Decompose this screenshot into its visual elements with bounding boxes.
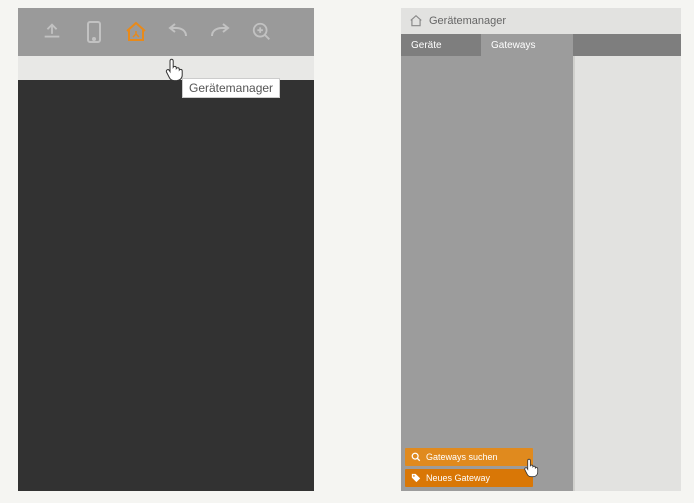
panel-header: Gerätemanager	[401, 8, 681, 34]
upload-icon[interactable]	[36, 16, 68, 48]
new-gateway-button[interactable]: Neues Gateway	[405, 469, 533, 487]
search-icon	[411, 452, 421, 462]
action-button-group: Gateways suchen Neues Gateway	[405, 448, 533, 487]
tab-row: Geräte Gateways	[401, 34, 681, 56]
device-manager-panel: Gerätemanager Geräte Gateways Gateways s…	[401, 8, 681, 491]
search-gateways-button[interactable]: Gateways suchen	[405, 448, 533, 466]
house-icon[interactable]	[120, 16, 152, 48]
tag-icon	[411, 473, 421, 483]
gateway-list-column: Gateways suchen Neues Gateway	[401, 56, 573, 491]
mobile-icon[interactable]	[78, 16, 110, 48]
undo-icon[interactable]	[162, 16, 194, 48]
tooltip: Gerätemanager	[182, 78, 280, 98]
panel-body: Gateways suchen Neues Gateway	[401, 56, 681, 491]
tab-devices[interactable]: Geräte	[401, 34, 481, 56]
redo-icon[interactable]	[204, 16, 236, 48]
house-icon	[409, 14, 423, 28]
search-gateways-label: Gateways suchen	[426, 452, 498, 462]
new-gateway-label: Neues Gateway	[426, 473, 490, 483]
left-app-window: Gerätemanager	[18, 8, 314, 491]
zoom-in-icon[interactable]	[246, 16, 278, 48]
detail-column	[573, 56, 681, 491]
toolbar	[18, 8, 314, 56]
tab-gateways[interactable]: Gateways	[481, 34, 573, 56]
panel-title: Gerätemanager	[429, 15, 506, 27]
canvas-area[interactable]	[18, 80, 314, 491]
separator-strip	[18, 56, 314, 80]
